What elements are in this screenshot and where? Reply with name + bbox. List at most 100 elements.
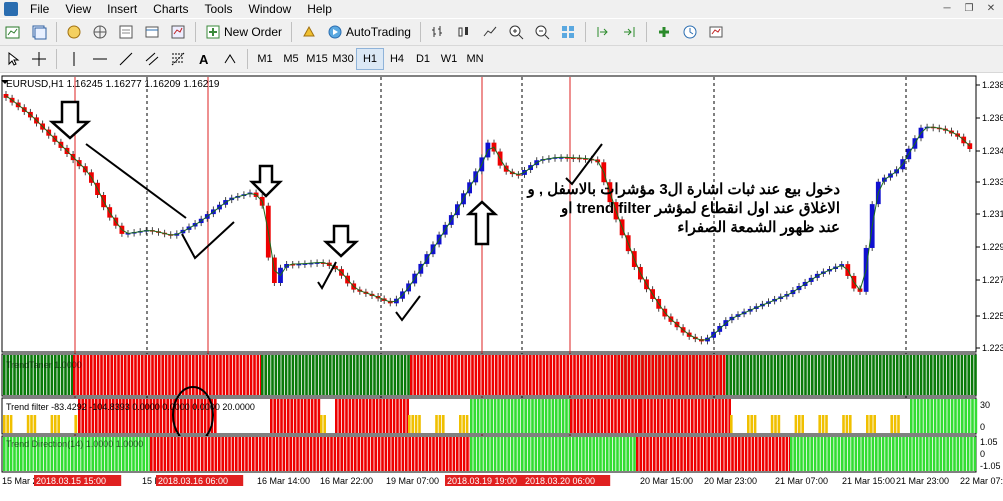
trendline-icon[interactable] — [115, 48, 137, 70]
tf-m15[interactable]: M15 — [304, 49, 330, 69]
indicator-bar — [578, 437, 582, 471]
tf-m30[interactable]: M30 — [330, 49, 356, 69]
menu-file[interactable]: File — [22, 0, 57, 18]
indicator-bar — [400, 355, 403, 395]
price-label: 1.2340 — [982, 146, 1003, 156]
indicator-bar — [335, 399, 338, 433]
indicator-bar — [514, 437, 517, 471]
indicator-bar — [943, 355, 947, 395]
indicator-bar — [882, 355, 885, 395]
menu-help[interactable]: Help — [299, 0, 340, 18]
indicator-pane-1[interactable]: TrendTaner 1.0000 — [1, 353, 977, 397]
horizontal-line-icon[interactable] — [89, 48, 111, 70]
candlestick-icon[interactable] — [453, 21, 475, 43]
periods-icon[interactable] — [679, 21, 701, 43]
chart-window[interactable]: EURUSD,H1 1.16245 1.16277 1.16209 1.1621… — [0, 74, 1003, 498]
indicator-bar — [150, 437, 153, 471]
indicator-bar — [881, 437, 885, 471]
tf-h4[interactable]: H4 — [384, 49, 410, 69]
indicator-bar — [600, 399, 604, 433]
tile-windows-icon[interactable] — [557, 21, 579, 43]
indicator-bar — [814, 355, 817, 395]
indicator-bar — [590, 355, 593, 395]
indicator-bar — [868, 437, 871, 471]
indicator-bar — [488, 355, 491, 395]
indicator-bar — [957, 399, 961, 433]
indicator-bar — [312, 355, 315, 395]
tf-m1[interactable]: M1 — [252, 49, 278, 69]
data-window-icon[interactable] — [115, 21, 137, 43]
crosshair-icon[interactable] — [28, 48, 50, 70]
restore-icon[interactable]: ❐ — [961, 1, 977, 16]
indicator-bar — [452, 437, 456, 471]
indicator-bar — [356, 355, 359, 395]
new-order-button[interactable]: New Order — [202, 21, 285, 43]
market-watch-icon[interactable] — [63, 21, 85, 43]
bar-chart-icon[interactable] — [427, 21, 449, 43]
indicator-bar — [796, 437, 800, 471]
indicator-bar — [224, 437, 228, 471]
indicator-bar — [153, 437, 156, 471]
indicator-bar — [712, 355, 716, 395]
menu-charts[interactable]: Charts — [145, 0, 196, 18]
text-tool-icon[interactable]: A — [193, 48, 215, 70]
indicator-bar — [813, 437, 817, 471]
tf-w1[interactable]: W1 — [436, 49, 462, 69]
indicator-bar — [871, 437, 875, 471]
tf-h1[interactable]: H1 — [356, 48, 384, 70]
indicator-bar — [209, 355, 212, 395]
indicator-bar — [885, 437, 888, 471]
menu-window[interactable]: Window — [241, 0, 300, 18]
autotrading-button[interactable]: AutoTrading — [324, 21, 414, 43]
navigator-icon[interactable] — [89, 21, 111, 43]
strategy-tester-icon[interactable] — [167, 21, 189, 43]
autoscroll-icon[interactable] — [618, 21, 640, 43]
indicator-bar — [235, 437, 238, 471]
terminal-icon[interactable] — [141, 21, 163, 43]
indicator-bar — [868, 355, 872, 395]
indicator-bar — [296, 437, 299, 471]
templates-icon[interactable] — [705, 21, 727, 43]
indicator-bar — [807, 437, 810, 471]
tf-mn[interactable]: MN — [462, 49, 488, 69]
zoom-in-icon[interactable] — [505, 21, 527, 43]
menu-tools[interactable]: Tools — [197, 0, 241, 18]
metaeditor-icon[interactable] — [298, 21, 320, 43]
indicator-bar — [538, 437, 541, 471]
minimize-icon[interactable]: ─ — [939, 1, 955, 16]
indicator-bar — [120, 355, 124, 395]
menu-insert[interactable]: Insert — [99, 0, 145, 18]
menu-view[interactable]: View — [57, 0, 99, 18]
fibonacci-icon[interactable] — [167, 48, 189, 70]
indicators-icon[interactable] — [653, 21, 675, 43]
indicator-bar — [236, 355, 239, 395]
tf-m5[interactable]: M5 — [278, 49, 304, 69]
chart-shift-icon[interactable] — [592, 21, 614, 43]
indicator-bar — [461, 355, 464, 395]
indicator-bar — [410, 355, 413, 395]
indicator-bar — [517, 399, 521, 433]
indicator-bar — [758, 437, 761, 471]
shapes-icon[interactable] — [219, 48, 241, 70]
price-chart[interactable]: EURUSD,H1 1.16245 1.16277 1.16209 1.1621… — [0, 74, 1003, 498]
close-icon[interactable]: ✕ — [983, 1, 999, 16]
indicator-bar — [807, 355, 811, 395]
indicator-bar — [616, 437, 619, 471]
indicator-pane-3[interactable]: Trend Direction(14) 1.0000 1.0000 1.05 0… — [1, 435, 1001, 473]
new-chart-icon[interactable] — [2, 21, 24, 43]
indicator-bar — [330, 437, 333, 471]
line-chart-icon[interactable] — [479, 21, 501, 43]
indicator-bar — [845, 415, 849, 433]
zoom-out-icon[interactable] — [531, 21, 553, 43]
indicator-bar — [889, 355, 892, 395]
cursor-icon[interactable] — [2, 48, 24, 70]
indicator-bar — [897, 415, 900, 433]
tf-d1[interactable]: D1 — [410, 49, 436, 69]
indicator-bar — [637, 355, 641, 395]
profiles-icon[interactable] — [28, 21, 50, 43]
indicator-bar — [902, 355, 906, 395]
indicator-bar — [214, 437, 218, 471]
indicator-bar — [798, 415, 801, 433]
vertical-line-icon[interactable] — [63, 48, 85, 70]
channel-icon[interactable] — [141, 48, 163, 70]
